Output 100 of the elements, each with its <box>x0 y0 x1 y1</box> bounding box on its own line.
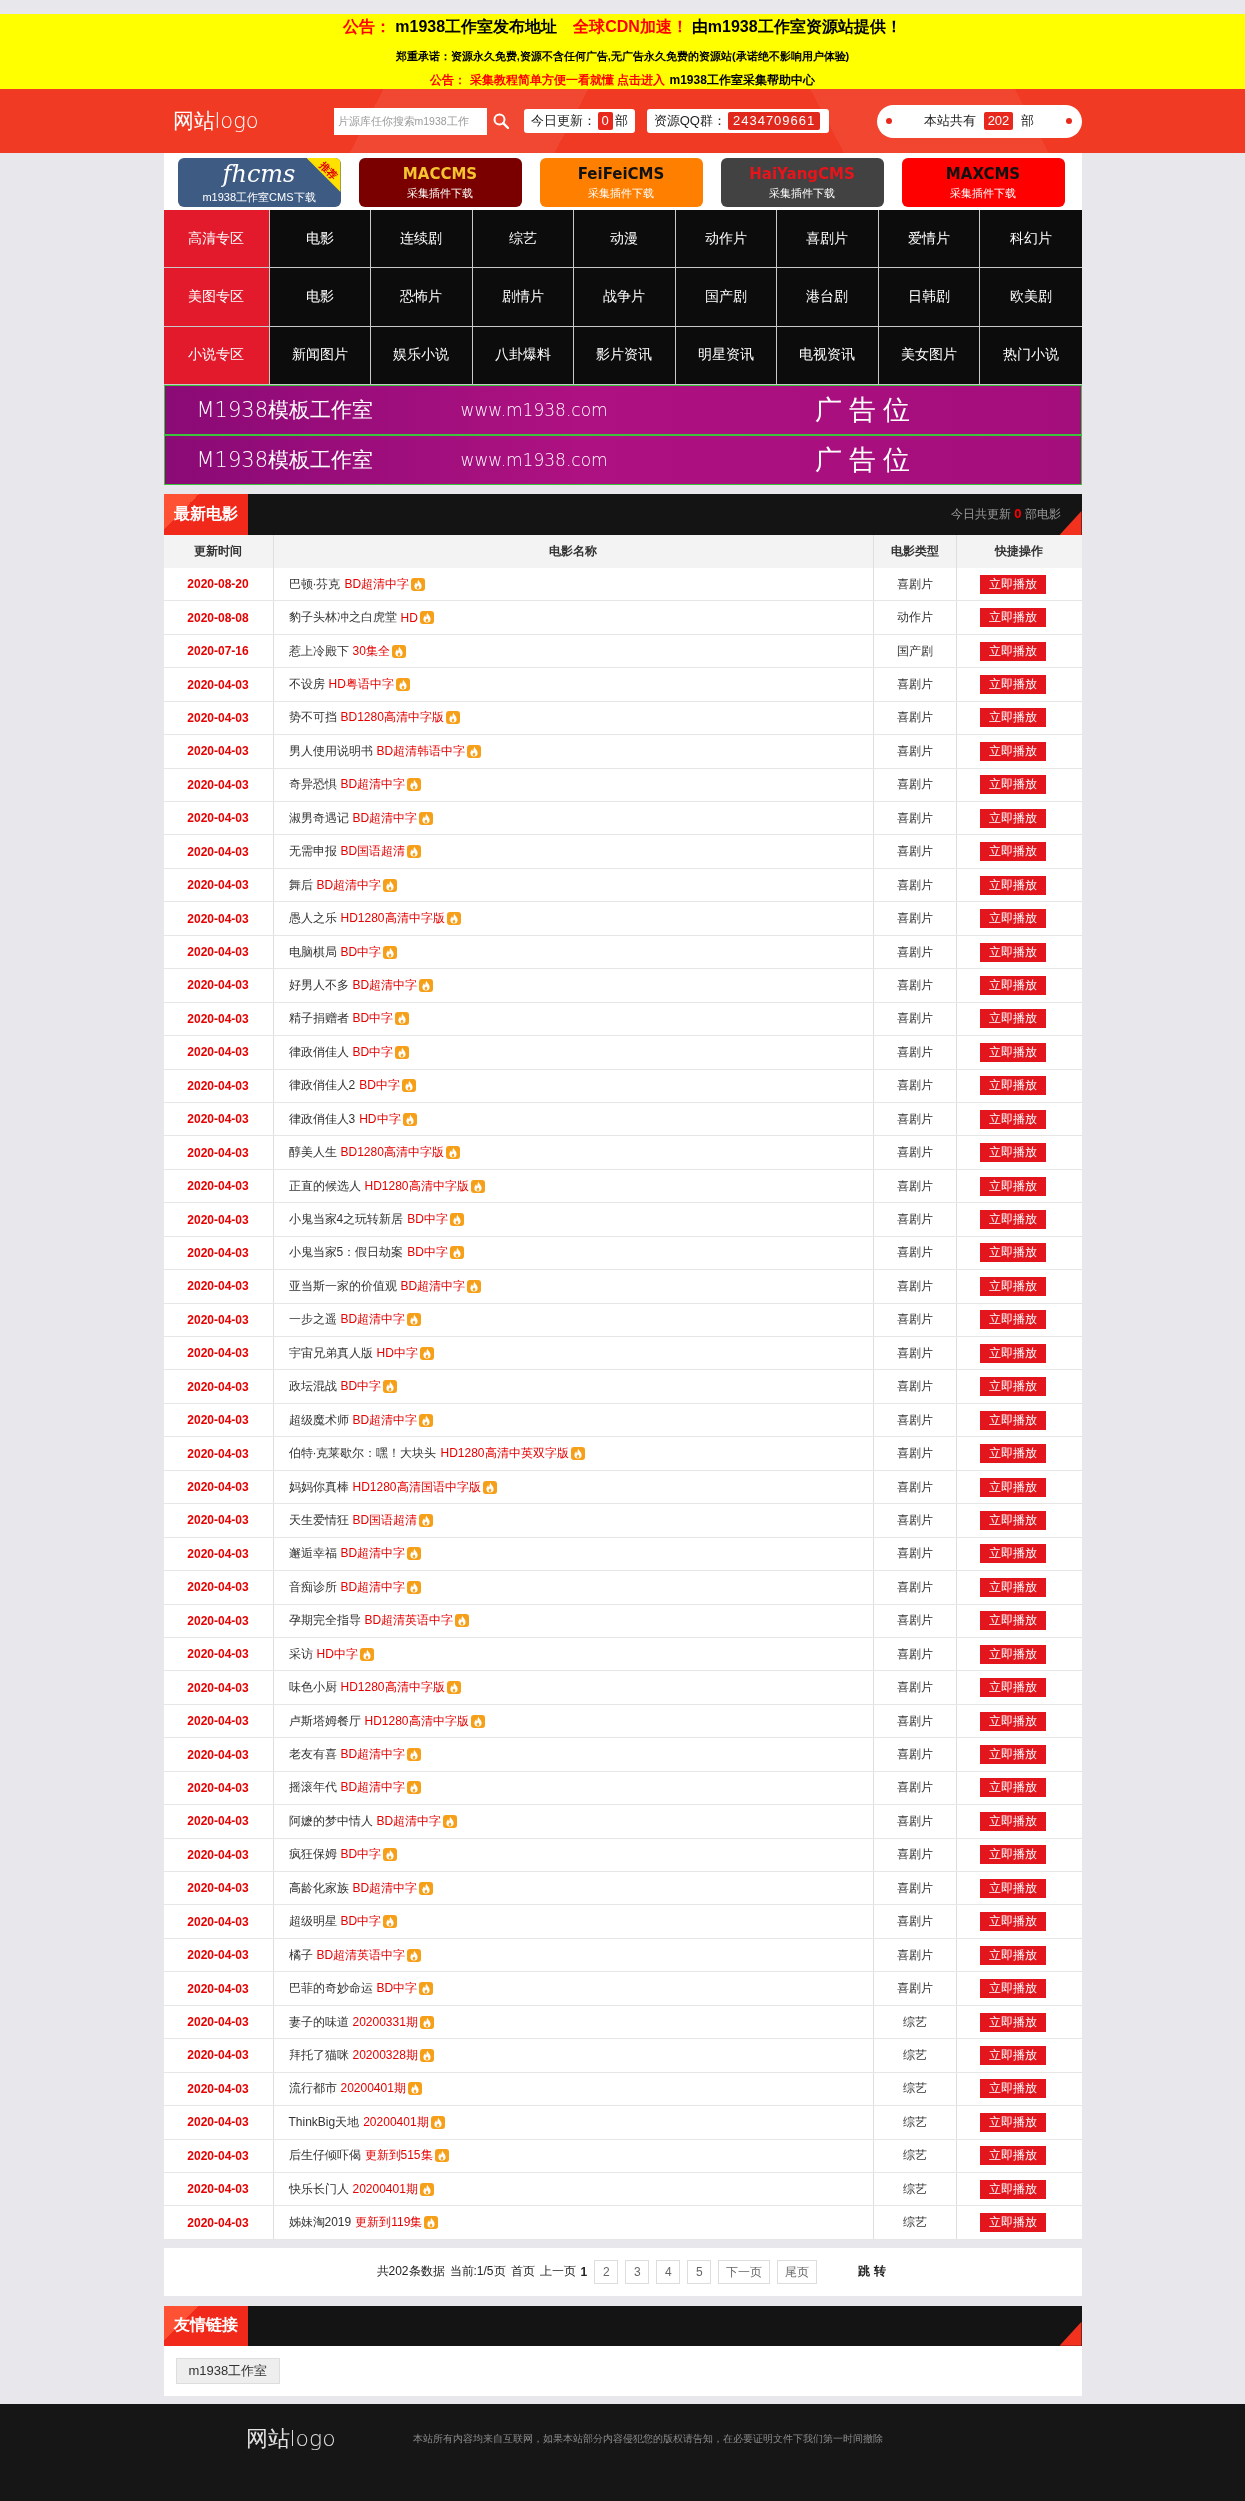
category-link[interactable]: 电视资讯 <box>777 326 879 385</box>
play-button[interactable]: 立即播放 <box>980 808 1046 828</box>
play-button[interactable]: 立即播放 <box>980 708 1046 728</box>
movie-link[interactable]: 律政俏佳人 <box>288 1043 349 1061</box>
play-button[interactable]: 立即播放 <box>980 775 1046 795</box>
play-button[interactable]: 立即播放 <box>980 1310 1046 1330</box>
play-button[interactable]: 立即播放 <box>980 641 1046 661</box>
play-button[interactable]: 立即播放 <box>980 1210 1046 1229</box>
ad-banner[interactable]: M1938模板工作室 www.m1938.com 广告位 <box>163 385 1082 435</box>
movie-link[interactable]: 摇滚年代 <box>288 1779 337 1797</box>
page-link[interactable]: 5 <box>687 2259 712 2284</box>
jump-button[interactable]: 跳 转 <box>858 2263 886 2281</box>
category-link[interactable]: 电影 <box>269 210 371 269</box>
movie-link[interactable]: 亚当斯一家的价值观 <box>288 1277 397 1295</box>
play-button[interactable]: 立即播放 <box>980 608 1046 628</box>
cms-download-button[interactable]: MACCMS 采集插件下载 <box>358 158 522 207</box>
movie-link[interactable]: ThinkBig天地 <box>288 2113 360 2131</box>
movie-link[interactable]: 醇美人生 <box>288 1144 337 1162</box>
play-button[interactable]: 立即播放 <box>980 1577 1046 1597</box>
movie-link[interactable]: 宇宙兄弟真人版 <box>288 1344 373 1362</box>
notice-text[interactable]: m1938工作室采集帮助中心 <box>669 72 815 89</box>
category-link[interactable]: 国产剧 <box>675 268 777 327</box>
movie-link[interactable]: 舞后 <box>288 876 313 894</box>
movie-link[interactable]: 超级明星 <box>288 1913 337 1931</box>
play-button[interactable]: 立即播放 <box>980 1410 1046 1430</box>
movie-link[interactable]: 老友有喜 <box>288 1746 337 1763</box>
ad-banner[interactable]: M1938模板工作室 www.m1938.com 广告位 <box>163 435 1082 485</box>
category-link[interactable]: 日韩剧 <box>878 268 980 327</box>
page-link[interactable]: 2 <box>594 2259 619 2284</box>
site-logo[interactable]: 网站logo <box>172 109 259 133</box>
category-link[interactable]: 动漫 <box>574 210 676 269</box>
movie-link[interactable]: 阿嬷的梦中情人 <box>288 1812 373 1830</box>
last-page-link[interactable]: 尾页 <box>777 2259 818 2284</box>
movie-link[interactable]: 惹上冷殿下 <box>288 642 349 660</box>
movie-link[interactable]: 孕期完全指导 <box>288 1612 361 1630</box>
category-link[interactable]: 剧情片 <box>472 268 574 327</box>
movie-link[interactable]: 流行都市 <box>288 2080 337 2098</box>
movie-link[interactable]: 味色小厨 <box>288 1679 337 1697</box>
play-button[interactable]: 立即播放 <box>980 2079 1046 2099</box>
category-link[interactable]: 新闻图片 <box>269 326 371 385</box>
play-button[interactable]: 立即播放 <box>980 842 1046 862</box>
movie-link[interactable]: 豹子头林冲之白虎堂 <box>288 609 397 627</box>
play-button[interactable]: 立即播放 <box>980 1711 1046 1731</box>
zone-link[interactable]: 美图专区 <box>163 268 270 327</box>
play-button[interactable]: 立即播放 <box>980 1243 1046 1263</box>
movie-link[interactable]: 不设房 <box>288 676 325 693</box>
play-button[interactable]: 立即播放 <box>980 2012 1046 2032</box>
play-button[interactable]: 立即播放 <box>980 1276 1046 1296</box>
play-button[interactable]: 立即播放 <box>980 1176 1046 1196</box>
category-link[interactable]: 综艺 <box>472 210 574 269</box>
movie-link[interactable]: 高龄化家族 <box>288 1879 349 1897</box>
movie-link[interactable]: 伯特·克莱歇尔：嘿！大块头 <box>288 1445 437 1463</box>
play-button[interactable]: 立即播放 <box>980 1611 1046 1631</box>
movie-link[interactable]: 拜托了猫咪 <box>288 2046 349 2064</box>
movie-link[interactable]: 奇异恐惧 <box>288 776 337 794</box>
page-link[interactable]: 3 <box>625 2259 650 2284</box>
cms-download-button[interactable]: FeiFeiCMS 采集插件下载 <box>539 158 703 207</box>
page-link[interactable]: 4 <box>656 2259 681 2284</box>
play-button[interactable]: 立即播放 <box>980 1477 1046 1497</box>
movie-link[interactable]: 势不可挡 <box>288 709 337 727</box>
play-button[interactable]: 立即播放 <box>980 1544 1046 1564</box>
play-button[interactable]: 立即播放 <box>980 1745 1046 1764</box>
category-link[interactable]: 电影 <box>269 268 371 327</box>
play-button[interactable]: 立即播放 <box>980 875 1046 895</box>
play-button[interactable]: 立即播放 <box>980 1979 1046 1999</box>
category-link[interactable]: 战争片 <box>574 268 676 327</box>
movie-link[interactable]: 橘子 <box>288 1946 313 1964</box>
movie-link[interactable]: 音痴诊所 <box>288 1578 337 1596</box>
play-button[interactable]: 立即播放 <box>980 2045 1046 2065</box>
page-link[interactable]: 1 <box>580 2264 588 2279</box>
play-button[interactable]: 立即播放 <box>980 975 1046 995</box>
play-button[interactable]: 立即播放 <box>980 2146 1046 2166</box>
play-button[interactable]: 立即播放 <box>980 1076 1046 1096</box>
movie-link[interactable]: 律政俏佳人3 <box>288 1110 356 1128</box>
cms-download-button[interactable]: fhcms m1938工作室CMS下载 推荐 <box>177 158 341 207</box>
cms-download-button[interactable]: MAXCMS 采集插件下载 <box>901 158 1065 207</box>
play-button[interactable]: 立即播放 <box>980 2112 1046 2132</box>
play-button[interactable]: 立即播放 <box>980 909 1046 929</box>
zone-link[interactable]: 小说专区 <box>163 326 270 385</box>
zone-link[interactable]: 高清专区 <box>163 210 270 269</box>
play-button[interactable]: 立即播放 <box>980 942 1046 962</box>
play-button[interactable]: 立即播放 <box>980 1878 1046 1898</box>
movie-link[interactable]: 后生仔倾吓偈 <box>288 2147 361 2165</box>
category-link[interactable]: 爱情片 <box>878 210 980 269</box>
movie-link[interactable]: 正直的候选人 <box>288 1177 361 1195</box>
movie-link[interactable]: 天生爱情狂 <box>288 1511 349 1529</box>
movie-link[interactable]: 无需申报 <box>288 843 337 861</box>
friend-link[interactable]: m1938工作室 <box>175 2357 281 2384</box>
category-link[interactable]: 喜剧片 <box>777 210 879 269</box>
play-button[interactable]: 立即播放 <box>980 1377 1046 1397</box>
play-button[interactable]: 立即播放 <box>980 1644 1046 1664</box>
movie-link[interactable]: 小鬼当家4之玩转新居 <box>288 1211 404 1228</box>
play-button[interactable]: 立即播放 <box>980 1444 1046 1464</box>
play-button[interactable]: 立即播放 <box>980 1811 1046 1831</box>
category-link[interactable]: 美女图片 <box>878 326 980 385</box>
play-button[interactable]: 立即播放 <box>980 1042 1046 1062</box>
play-button[interactable]: 立即播放 <box>980 675 1046 694</box>
category-link[interactable]: 动作片 <box>675 210 777 269</box>
category-link[interactable]: 明星资讯 <box>675 326 777 385</box>
play-button[interactable]: 立即播放 <box>980 1845 1046 1865</box>
